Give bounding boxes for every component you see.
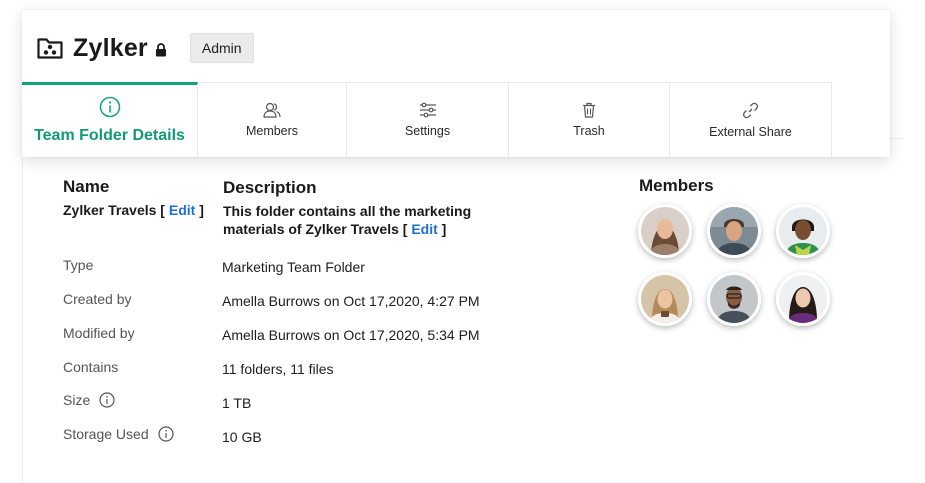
tab-trash[interactable]: Trash (509, 82, 670, 157)
size-value: 1 TB (222, 395, 252, 411)
name-value-row: Zylker Travels [ Edit ] (63, 201, 204, 219)
modified-by-value: Amella Burrows on Oct 17,2020, 5:34 PM (222, 327, 480, 343)
link-icon (742, 102, 759, 118)
trash-icon (583, 102, 595, 118)
created-by-label: Created by (63, 291, 132, 307)
created-by-value: Amella Burrows on Oct 17,2020, 4:27 PM (222, 293, 480, 309)
header: Zylker Admin (37, 32, 254, 64)
type-label: Type (63, 257, 94, 273)
description-line-1: This folder contains all the marketing (223, 203, 472, 219)
info-icon (99, 96, 120, 117)
storage-used-label: Storage Used (63, 426, 149, 442)
tab-members[interactable]: Members (198, 82, 347, 157)
contains-label: Contains (63, 359, 119, 375)
bracket-close: ] (199, 202, 204, 218)
tab-label: Settings (404, 124, 451, 138)
member-avatar[interactable] (638, 204, 692, 258)
size-label: Size (63, 392, 91, 408)
person-avatar-icon (710, 207, 758, 255)
description-heading: Description (223, 178, 317, 197)
member-avatar[interactable] (707, 272, 761, 326)
tab-external-share[interactable]: External Share (670, 82, 832, 157)
member-avatar[interactable] (776, 272, 830, 326)
bracket-close: ] (441, 221, 447, 237)
folder-title: Zylker (73, 33, 148, 62)
sliders-icon (419, 102, 436, 118)
tab-label: Trash (573, 124, 605, 138)
type-value: Marketing Team Folder (222, 259, 365, 275)
description-line-2-row: materials of Zylker Travels [ Edit ] (223, 220, 483, 238)
tab-label: Members (245, 124, 299, 138)
storage-used-value: 10 GB (222, 429, 262, 445)
members-heading: Members (639, 176, 714, 195)
member-avatar[interactable] (638, 272, 692, 326)
bracket-open: [ (402, 221, 408, 237)
name-value: Zylker Travels (63, 202, 157, 218)
name-heading: Name (63, 177, 110, 196)
edit-name-link[interactable]: Edit (169, 202, 195, 218)
modified-by-label: Modified by (63, 325, 135, 341)
edit-description-link[interactable]: Edit (411, 221, 437, 237)
contains-value: 11 folders, 11 files (222, 361, 334, 377)
tab-label: External Share (709, 124, 792, 139)
tab-label: Team Folder Details (34, 126, 185, 144)
member-avatar[interactable] (707, 204, 761, 258)
team-folder-icon (37, 38, 63, 59)
lock-icon (155, 42, 166, 56)
person-avatar-icon (710, 275, 758, 323)
size-info-icon[interactable] (99, 392, 115, 408)
person-avatar-icon (779, 207, 827, 255)
tab-settings[interactable]: Settings (347, 82, 509, 157)
users-icon (263, 102, 281, 118)
description-line-2: materials of Zylker Travels (223, 221, 399, 237)
storage-used-label-row: Storage Used (63, 426, 174, 442)
size-label-row: Size (63, 392, 115, 408)
role-badge: Admin (189, 33, 254, 63)
tab-team-folder-details[interactable]: Team Folder Details (22, 82, 198, 157)
person-avatar-icon (641, 207, 689, 255)
person-avatar-icon (641, 275, 689, 323)
tab-bar: Team Folder Details Members Settings Tra… (22, 82, 832, 157)
description-text: This folder contains all the marketing m… (223, 202, 483, 238)
person-avatar-icon (779, 275, 827, 323)
bracket-open: [ (160, 202, 165, 218)
storage-info-icon[interactable] (158, 426, 174, 442)
folder-header-card: Zylker Admin Team Folder Details Members (22, 10, 890, 157)
member-avatar[interactable] (776, 204, 830, 258)
